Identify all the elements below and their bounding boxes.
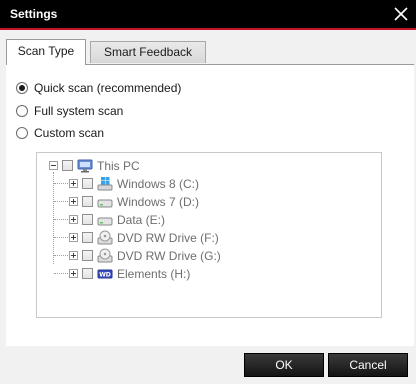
settings-window: Settings Scan Type Smart Feedback Quick … xyxy=(0,0,416,384)
drive-f-label: DVD RW Drive (F:) xyxy=(117,231,219,245)
drive-h-label: Elements (H:) xyxy=(117,267,191,281)
tree-connector-line xyxy=(54,201,68,202)
this-pc-checkbox[interactable] xyxy=(62,160,73,171)
hard-drive-icon xyxy=(97,212,113,228)
tree-connector-line xyxy=(54,219,68,220)
drive-g-label: DVD RW Drive (G:) xyxy=(117,249,221,263)
drive-tree: This PC Windows 8 (C:) Windows 7 (D:) Da… xyxy=(36,152,382,318)
windows-drive-icon xyxy=(97,176,113,192)
expand-icon[interactable] xyxy=(69,233,78,242)
title-bar: Settings xyxy=(0,0,416,30)
drive-f-checkbox[interactable] xyxy=(82,232,93,243)
tree-connector-line xyxy=(54,183,68,184)
expand-icon[interactable] xyxy=(69,269,78,278)
hard-drive-icon xyxy=(97,194,113,210)
expand-icon[interactable] xyxy=(69,251,78,260)
ok-button[interactable]: OK xyxy=(244,353,324,377)
custom-scan-radio[interactable] xyxy=(16,127,28,139)
tree-connector-line xyxy=(54,255,68,256)
drive-c-checkbox[interactable] xyxy=(82,178,93,189)
collapse-icon[interactable] xyxy=(49,161,58,170)
drive-e-checkbox[interactable] xyxy=(82,214,93,225)
window-title: Settings xyxy=(10,7,58,21)
expand-icon[interactable] xyxy=(69,197,78,206)
full-scan-label: Full system scan xyxy=(34,104,124,118)
custom-scan-label: Custom scan xyxy=(34,126,105,140)
tree-connector-line xyxy=(53,172,54,264)
quick-scan-radio[interactable] xyxy=(16,82,28,94)
computer-icon xyxy=(77,158,93,174)
svg-text:WD: WD xyxy=(99,272,111,279)
tab-smart-feedback[interactable]: Smart Feedback xyxy=(90,41,206,63)
cancel-button[interactable]: Cancel xyxy=(328,353,408,377)
this-pc-label: This PC xyxy=(97,159,140,173)
drive-c-label: Windows 8 (C:) xyxy=(117,177,200,191)
dvd-drive-icon xyxy=(97,248,113,264)
tab-scan-type[interactable]: Scan Type xyxy=(6,39,86,65)
drive-e-label: Data (E:) xyxy=(117,213,166,227)
expand-icon[interactable] xyxy=(69,179,78,188)
scan-type-panel: Quick scan (recommended) Full system sca… xyxy=(6,64,414,346)
drive-g-checkbox[interactable] xyxy=(82,250,93,261)
tree-connector-line xyxy=(54,273,68,274)
wd-drive-icon: WD xyxy=(97,266,113,282)
drive-d-label: Windows 7 (D:) xyxy=(117,195,200,209)
full-scan-radio[interactable] xyxy=(16,105,28,117)
drive-d-checkbox[interactable] xyxy=(82,196,93,207)
close-button[interactable] xyxy=(390,3,412,25)
close-icon xyxy=(390,3,412,25)
dialog-footer: OK Cancel xyxy=(0,346,416,384)
dvd-drive-icon xyxy=(97,230,113,246)
expand-icon[interactable] xyxy=(69,215,78,224)
tree-connector-line xyxy=(54,237,68,238)
quick-scan-label: Quick scan (recommended) xyxy=(34,81,182,95)
drive-h-checkbox[interactable] xyxy=(82,268,93,279)
